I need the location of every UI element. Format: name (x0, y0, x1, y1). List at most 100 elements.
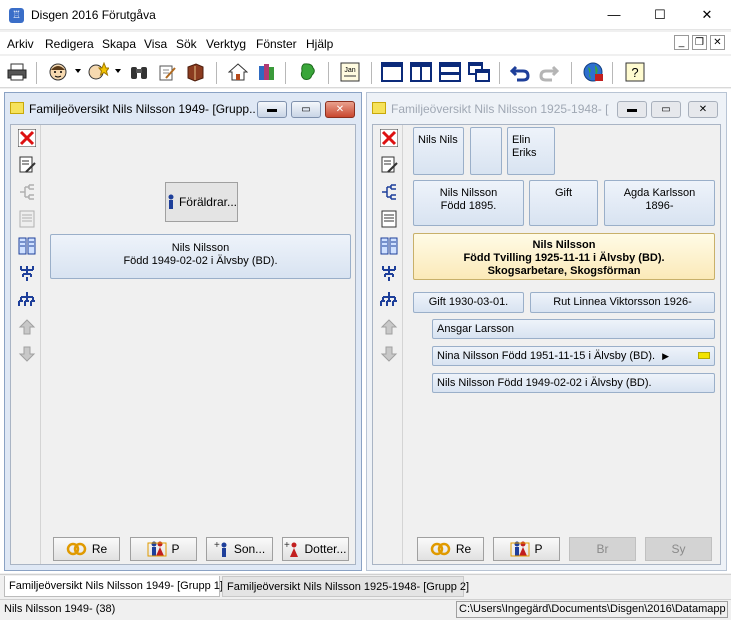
columns-icon[interactable] (380, 237, 398, 255)
grandparent-card-mother[interactable]: Elin Eriks (507, 127, 555, 175)
p-button[interactable]: P (493, 537, 560, 561)
child-title-bar[interactable]: Familjeöversikt Nils Nilsson 1949- [Grup… (5, 93, 361, 124)
tab-grupp-2[interactable]: Familjeöversikt Nils Nilsson 1925-1948- … (222, 576, 469, 597)
edit-document-icon[interactable] (18, 156, 36, 174)
child-maximize-button[interactable]: ▭ (651, 101, 681, 118)
menu-verktyg[interactable]: Verktyg (206, 37, 246, 51)
ancestors-tree-icon[interactable] (18, 264, 36, 282)
menu-fonster[interactable]: Fönster (256, 37, 297, 51)
add-son-label: Son... (233, 542, 266, 556)
toolbar: Jan ? (0, 56, 731, 88)
mother-name: Agda Karlsson (623, 187, 696, 199)
child-title: Familjeöversikt Nils Nilsson 1949- [Grup… (29, 102, 255, 116)
grandparent-card-empty[interactable] (470, 127, 502, 175)
tree-horizontal-icon[interactable] (380, 183, 398, 201)
child-minimize-button[interactable]: ▬ (617, 101, 647, 118)
menu-visa[interactable]: Visa (144, 37, 167, 51)
sy-button[interactable]: Sy (645, 537, 712, 561)
person-icon[interactable] (46, 60, 70, 84)
undo-icon[interactable] (508, 60, 532, 84)
mdi-minimize-button[interactable]: _ (674, 35, 689, 50)
columns-icon[interactable] (18, 237, 36, 255)
maximize-button[interactable]: ☐ (637, 0, 683, 30)
menu-sok[interactable]: Sök (176, 37, 197, 51)
p-button[interactable]: P (130, 537, 197, 561)
add-daughter-button[interactable]: + Dotter... (282, 537, 349, 561)
child-row[interactable]: Nina Nilsson Född 1951-11-15 i Älvsby (B… (432, 346, 715, 366)
toolbar-separator (612, 62, 613, 84)
child-minimize-button[interactable]: ▬ (257, 101, 287, 118)
child-close-button[interactable]: ✕ (325, 101, 355, 118)
toolbar-separator (571, 62, 572, 84)
menu-skapa[interactable]: Skapa (102, 37, 136, 51)
mother-card[interactable]: Agda Karlsson 1896- (604, 180, 715, 226)
child-row[interactable]: Ansgar Larsson (432, 319, 715, 339)
sidebar (373, 125, 403, 564)
window-icon (372, 102, 386, 114)
chevron-down-icon[interactable] (115, 69, 121, 73)
expand-arrow-icon[interactable]: ▶ (662, 351, 669, 361)
daughter-icon: + (284, 540, 299, 557)
book-icon[interactable] (183, 60, 207, 84)
window-tab-bar: Familjeöversikt Nils Nilsson 1949- [Grup… (0, 574, 731, 598)
br-button[interactable]: Br (569, 537, 636, 561)
hand-pen-icon[interactable] (155, 60, 179, 84)
chevron-down-icon[interactable] (75, 69, 81, 73)
marriage-date-card[interactable]: Gift 1930-03-01. (413, 292, 524, 313)
rings-icon (66, 542, 87, 556)
menu-arkiv[interactable]: Arkiv (7, 37, 34, 51)
child-maximize-button[interactable]: ▭ (291, 101, 321, 118)
window-split-vertical-icon[interactable] (409, 60, 433, 84)
re-button[interactable]: Re (417, 537, 484, 561)
re-button-label: Re (455, 542, 472, 556)
home-icon[interactable] (226, 60, 250, 84)
toolbar-separator (36, 62, 37, 84)
move-down-icon (18, 345, 36, 363)
person-card[interactable]: Nils Nilsson Född 1949-02-02 i Älvsby (B… (50, 234, 351, 279)
close-button[interactable]: ✕ (684, 0, 730, 30)
descendants-tree-icon[interactable] (380, 291, 398, 309)
main-person-card[interactable]: Nils Nilsson Född Tvilling 1925-11-11 i … (413, 233, 715, 280)
father-card[interactable]: Nils Nilsson Född 1895. (413, 180, 524, 226)
calendar-label: Jan (344, 67, 355, 74)
delete-icon[interactable] (18, 129, 36, 147)
child-row[interactable]: Nils Nilsson Född 1949-02-02 i Älvsby (B… (432, 373, 715, 393)
books-icon[interactable] (255, 60, 279, 84)
tab-grupp-1[interactable]: Familjeöversikt Nils Nilsson 1949- [Grup… (4, 576, 223, 597)
mdi-close-button[interactable]: ✕ (710, 35, 725, 50)
edit-document-icon[interactable] (380, 156, 398, 174)
window-single-icon[interactable] (380, 60, 404, 84)
descendants-tree-icon[interactable] (18, 291, 36, 309)
redo-icon[interactable] (537, 60, 561, 84)
globe-icon[interactable] (581, 60, 605, 84)
mdi-restore-button[interactable]: ❐ (692, 35, 707, 50)
family-overview-window-1: Familjeöversikt Nils Nilsson 1949- [Grup… (4, 92, 362, 571)
binoculars-icon[interactable] (127, 60, 151, 84)
sidebar (11, 125, 41, 564)
parents-button[interactable]: Föräldrar... (165, 182, 238, 222)
spouse-card[interactable]: Rut Linnea Viktorsson 1926- (530, 292, 715, 313)
child-close-button[interactable]: ✕ (688, 101, 718, 118)
re-button[interactable]: Re (53, 537, 120, 561)
ancestors-tree-icon[interactable] (380, 264, 398, 282)
window-cascade-icon[interactable] (467, 60, 491, 84)
print-icon[interactable] (5, 60, 29, 84)
couple-icon (510, 541, 530, 557)
window-split-horizontal-icon[interactable] (438, 60, 462, 84)
parents-marriage-card[interactable]: Gift (529, 180, 598, 226)
help-icon[interactable]: ? (623, 60, 647, 84)
minimize-button[interactable]: — (591, 0, 637, 30)
father-name: Nils Nilsson (439, 187, 498, 199)
map-icon[interactable] (296, 60, 320, 84)
delete-icon[interactable] (380, 129, 398, 147)
menu-redigera[interactable]: Redigera (45, 37, 94, 51)
add-son-button[interactable]: + Son... (206, 537, 273, 561)
calendar-icon[interactable]: Jan (338, 60, 362, 84)
grandparent-card-father[interactable]: Nils Nils (413, 127, 464, 175)
toolbar-separator (285, 62, 286, 84)
svg-text:+: + (284, 540, 290, 551)
child-title-bar[interactable]: Familjeöversikt Nils Nilsson 1925-1948- … (367, 93, 726, 124)
menu-hjalp[interactable]: Hjälp (306, 37, 333, 51)
document-lines-icon[interactable] (380, 210, 398, 228)
person-star-icon[interactable] (86, 60, 110, 84)
